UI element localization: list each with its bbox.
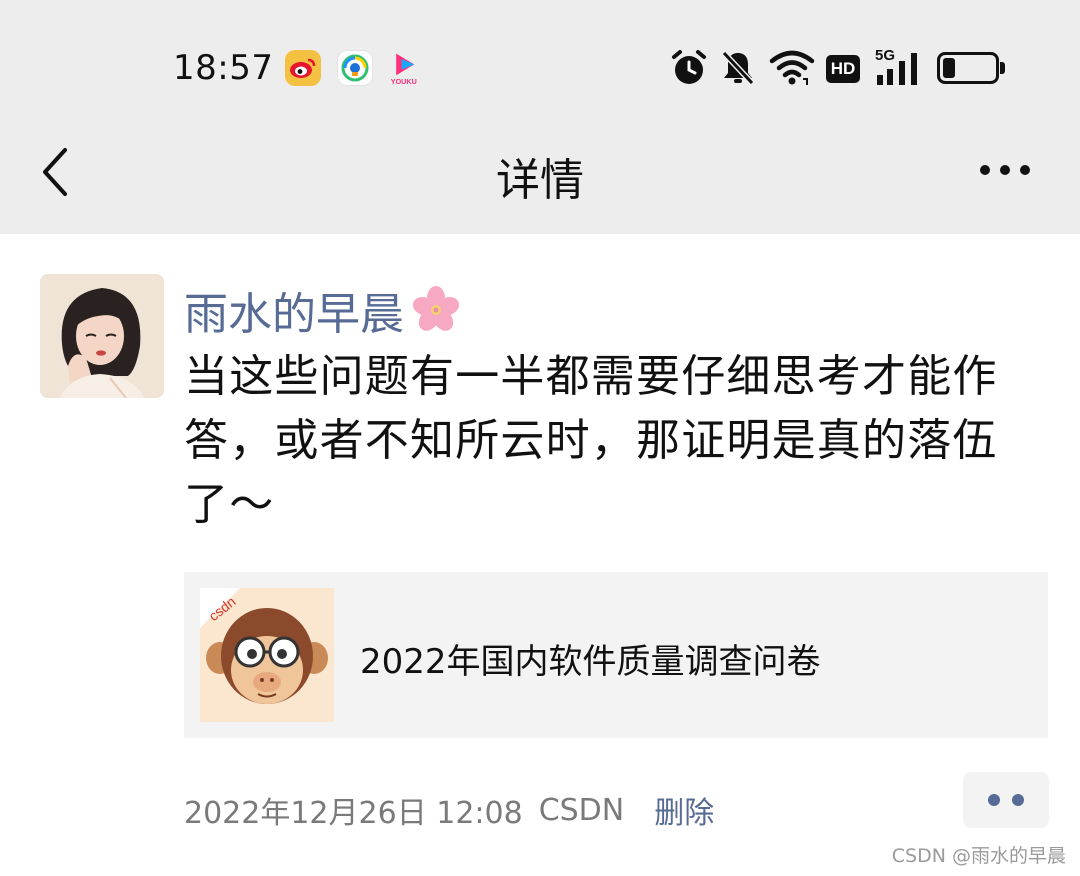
more-icon-dot	[1000, 165, 1010, 175]
weibo-icon	[285, 50, 321, 86]
nav-bar: 详情	[0, 122, 1080, 234]
delete-button[interactable]: 删除	[654, 788, 714, 832]
hd-icon: HD	[826, 55, 860, 83]
qq-music-icon	[337, 50, 373, 86]
status-bar: 18:57 YOUKU HD 5G	[0, 0, 1080, 122]
watermark: CSDN @雨水的早晨	[891, 845, 1066, 867]
mute-bell-icon	[720, 49, 756, 91]
post-body: 当这些问题有一半都需要仔细思考才能作答，或者不知所云时，那证明是真的落伍了～	[184, 351, 998, 530]
battery-icon	[937, 52, 1005, 84]
post-author[interactable]: 雨水的早晨	[184, 278, 462, 342]
status-time: 18:57	[173, 48, 274, 88]
shared-link-card[interactable]: csdn 2022年国内软件质量调查问卷	[184, 572, 1048, 738]
svg-text:YOUKU: YOUKU	[391, 77, 417, 86]
more-icon	[980, 165, 990, 175]
post-timestamp: 2022年12月26日 12:08	[184, 796, 523, 831]
more-icon-dot	[1020, 165, 1030, 175]
shared-link-thumbnail: csdn	[200, 588, 334, 722]
alarm-icon	[671, 49, 707, 91]
wifi-icon	[769, 49, 815, 91]
cherry-blossom-icon	[410, 284, 462, 336]
post-source: CSDN	[538, 792, 625, 828]
more-button[interactable]	[970, 148, 1040, 192]
action-dot	[1012, 794, 1024, 806]
shared-link-title: 2022年国内软件质量调查问卷	[360, 642, 821, 682]
youku-icon: YOUKU	[389, 50, 425, 86]
page-title: 详情	[496, 155, 584, 206]
cellular-signal-icon: 5G	[875, 47, 925, 87]
post-meta: 2022年12月26日 12:08 CSDN 删除	[184, 788, 714, 832]
action-dot	[988, 794, 1000, 806]
comment-like-button[interactable]	[963, 772, 1049, 828]
post-author-name[interactable]: 雨水的早晨	[184, 278, 404, 342]
avatar[interactable]	[40, 274, 164, 398]
